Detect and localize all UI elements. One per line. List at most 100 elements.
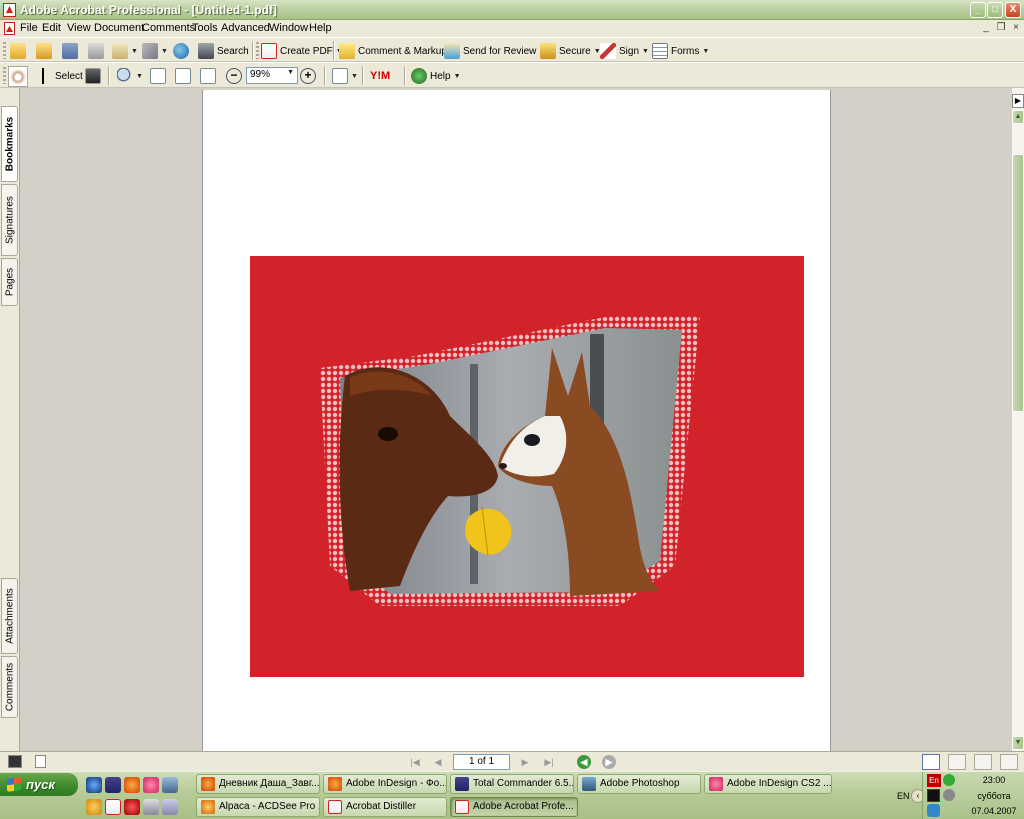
app-tray-icon[interactable] bbox=[927, 789, 940, 802]
search-button[interactable]: Search bbox=[198, 41, 249, 61]
toolbar-grip[interactable] bbox=[3, 67, 6, 84]
help-button[interactable]: Help ▼ bbox=[411, 66, 461, 86]
zoom-input[interactable]: 99% ▼ bbox=[246, 67, 298, 84]
doc-close-button[interactable]: × bbox=[1010, 22, 1022, 34]
page-number-input[interactable]: 1 of 1 bbox=[453, 754, 510, 770]
select-tool-button[interactable]: Select bbox=[36, 66, 83, 86]
opera-icon[interactable] bbox=[124, 799, 140, 815]
toolbar-grip[interactable] bbox=[256, 42, 259, 59]
task-indesign-photo[interactable]: Adobe InDesign - Фо... bbox=[323, 774, 447, 794]
smiley-app-icon[interactable] bbox=[86, 799, 102, 815]
facing-layout-button[interactable] bbox=[974, 754, 992, 770]
binoculars-icon bbox=[198, 43, 214, 59]
maximize-button[interactable]: □ bbox=[987, 2, 1003, 18]
desktop-icon[interactable] bbox=[162, 777, 178, 793]
help-label: Help bbox=[430, 70, 451, 82]
snapshot-button[interactable] bbox=[85, 66, 101, 86]
task-acdsee[interactable]: Alpaca - ACDSee Pro ... bbox=[196, 797, 320, 817]
zoom-in-button[interactable]: + bbox=[300, 66, 316, 86]
create-pdf-button[interactable]: Create PDF▼ bbox=[261, 41, 343, 61]
language-indicator[interactable]: En bbox=[927, 774, 941, 787]
panel-toggle-button[interactable]: ▶ bbox=[1012, 94, 1024, 108]
close-button[interactable]: X bbox=[1005, 2, 1021, 18]
continuous-facing-layout-button[interactable] bbox=[1000, 754, 1018, 770]
scroll-up-button[interactable]: ▲ bbox=[1012, 110, 1024, 124]
doc-minimize-button[interactable]: _ bbox=[980, 22, 992, 34]
single-page-layout-button[interactable] bbox=[922, 754, 940, 770]
yahoo-messenger-button[interactable]: Y!M bbox=[370, 66, 390, 86]
messenger-tray-icon[interactable] bbox=[943, 774, 955, 786]
firefox-icon[interactable] bbox=[124, 777, 140, 793]
save-button[interactable] bbox=[62, 41, 78, 61]
window-switch-icon[interactable] bbox=[162, 799, 178, 815]
menu-help[interactable]: Help bbox=[309, 22, 332, 34]
tab-signatures[interactable]: Signatures bbox=[1, 184, 18, 256]
send-for-review-button[interactable]: Send for Review▼ bbox=[444, 41, 546, 61]
toolbar-grip[interactable] bbox=[3, 42, 6, 59]
menu-edit[interactable]: Edit bbox=[42, 22, 61, 34]
pdf-page[interactable] bbox=[202, 90, 831, 751]
zoom-dropdown-arrow[interactable]: ▼ bbox=[287, 69, 294, 82]
attach-button[interactable]: ▼ bbox=[142, 41, 168, 61]
task-photoshop[interactable]: Adobe Photoshop bbox=[577, 774, 701, 794]
hand-tool-button[interactable] bbox=[8, 66, 28, 87]
task-acrobat-professional[interactable]: Adobe Acrobat Profe... bbox=[450, 797, 578, 817]
acrobat-quicklaunch-icon[interactable] bbox=[105, 799, 121, 815]
comment-markup-button[interactable]: Comment & Markup▼ bbox=[339, 41, 457, 61]
save-disk-icon[interactable] bbox=[105, 777, 121, 793]
clock-time[interactable]: 23:00 bbox=[963, 775, 1024, 785]
doc-restore-button[interactable]: ❐ bbox=[995, 22, 1007, 34]
print-button[interactable] bbox=[88, 41, 104, 61]
next-view-button[interactable]: ▶ bbox=[602, 755, 616, 769]
tab-bookmarks[interactable]: Bookmarks bbox=[1, 106, 18, 182]
start-button[interactable]: пуск bbox=[0, 773, 78, 796]
next-page-button[interactable]: ▶ bbox=[517, 754, 533, 770]
page-layout-icon[interactable] bbox=[8, 755, 22, 768]
menu-comments[interactable]: Comments bbox=[142, 22, 195, 34]
tab-pages[interactable]: Pages bbox=[1, 258, 18, 306]
document-options-icon[interactable] bbox=[35, 755, 46, 768]
vertical-scrollbar[interactable]: ▶ ▲ ▼ bbox=[1011, 88, 1024, 751]
menu-tools[interactable]: Tools bbox=[192, 22, 218, 34]
forms-button[interactable]: Forms ▼ bbox=[652, 41, 709, 61]
email-button[interactable]: ▼ bbox=[112, 41, 138, 61]
first-page-button[interactable]: |◀ bbox=[407, 754, 423, 770]
language-code[interactable]: EN bbox=[897, 791, 910, 801]
fit-page-button[interactable] bbox=[175, 66, 191, 86]
previous-view-button[interactable]: ◀ bbox=[577, 755, 591, 769]
organizer-button[interactable] bbox=[36, 41, 52, 61]
task-acrobat-distiller[interactable]: Acrobat Distiller bbox=[323, 797, 447, 817]
menu-file[interactable]: File bbox=[20, 22, 38, 34]
secure-button[interactable]: Secure ▼ bbox=[540, 41, 601, 61]
zoom-tool-button[interactable]: ▼ bbox=[117, 66, 143, 86]
continuous-layout-button[interactable] bbox=[948, 754, 966, 770]
document-icon[interactable] bbox=[4, 22, 15, 35]
open-button[interactable] bbox=[10, 41, 26, 61]
scroll-down-button[interactable]: ▼ bbox=[1012, 736, 1024, 750]
menu-view[interactable]: View bbox=[67, 22, 91, 34]
tab-comments[interactable]: Comments bbox=[1, 656, 18, 718]
zoom-out-button[interactable]: − bbox=[226, 66, 242, 86]
settings-tray-icon[interactable] bbox=[943, 789, 955, 801]
menu-window[interactable]: Window bbox=[269, 22, 308, 34]
task-firefox-diary[interactable]: Дневник Даша_Завг... bbox=[196, 774, 320, 794]
minimize-button[interactable]: _ bbox=[970, 2, 986, 18]
task-total-commander[interactable]: Total Commander 6.5... bbox=[450, 774, 574, 794]
flower-app-icon[interactable] bbox=[143, 777, 159, 793]
actual-size-button[interactable] bbox=[150, 66, 166, 86]
ie-icon[interactable] bbox=[86, 777, 102, 793]
menu-document[interactable]: Document bbox=[94, 22, 144, 34]
notepad-icon[interactable] bbox=[143, 799, 159, 815]
fit-width-button[interactable] bbox=[200, 66, 216, 86]
scroll-thumb[interactable] bbox=[1012, 154, 1024, 412]
sign-button[interactable]: Sign ▼ bbox=[600, 41, 649, 61]
network-tray-icon[interactable] bbox=[927, 804, 940, 817]
menu-advanced[interactable]: Advanced bbox=[221, 22, 270, 34]
last-page-button[interactable]: ▶| bbox=[541, 754, 557, 770]
tab-attachments[interactable]: Attachments bbox=[1, 578, 18, 654]
previous-page-button[interactable]: ◀ bbox=[430, 754, 446, 770]
web-button[interactable] bbox=[173, 41, 189, 61]
page-display-button[interactable]: ▼ bbox=[332, 66, 358, 86]
document-pane[interactable] bbox=[20, 88, 1011, 751]
task-indesign-cs2[interactable]: Adobe InDesign CS2 ... bbox=[704, 774, 832, 794]
